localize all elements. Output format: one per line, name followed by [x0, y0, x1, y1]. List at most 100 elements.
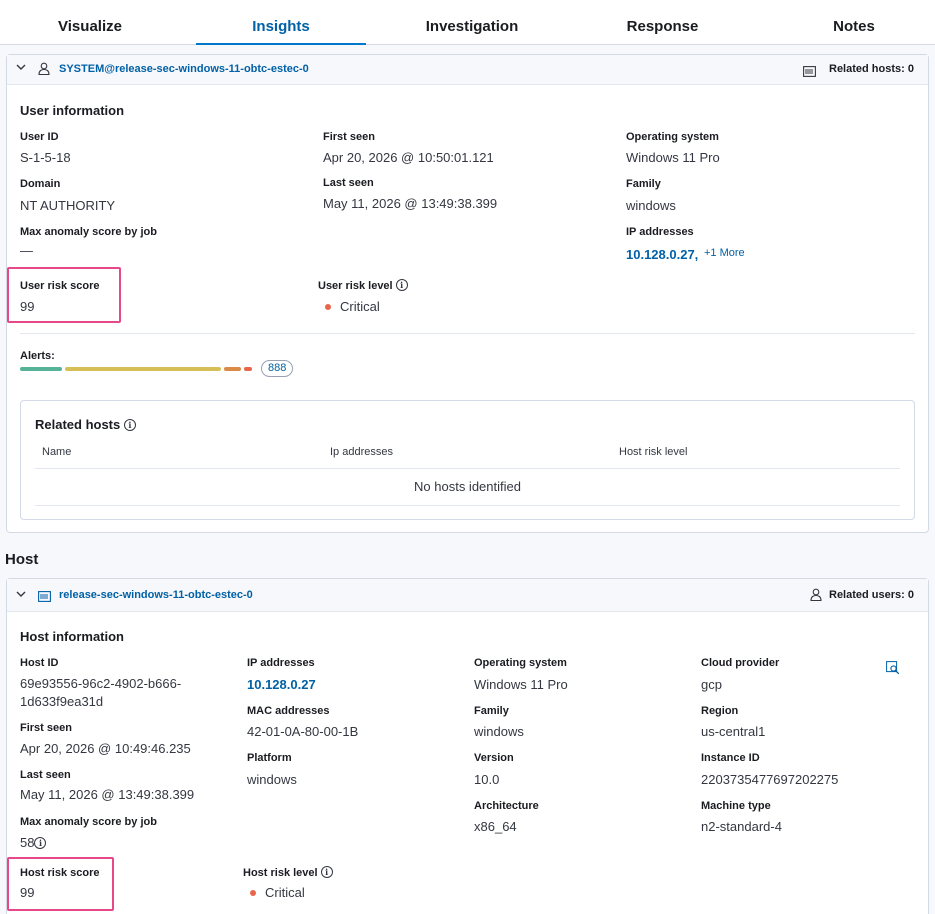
- alerts-bar-segment[interactable]: [65, 367, 221, 371]
- host-last-seen-label: Last seen: [20, 769, 71, 781]
- region-label: Region: [701, 705, 739, 717]
- mac-label: MAC addresses: [247, 705, 330, 717]
- user-risk-score-value: 99: [20, 299, 35, 314]
- architecture-label: Architecture: [474, 800, 539, 812]
- tab-bar: Visualize Insights Investigation Respons…: [0, 0, 935, 45]
- host-os-value: Windows 11 Pro: [474, 677, 568, 692]
- user-risk-score-highlight: [7, 267, 121, 323]
- host-panel-header: release-sec-windows-11-obtc-estec-0 Rela…: [7, 579, 928, 612]
- info-icon[interactable]: i: [34, 836, 47, 849]
- info-icon[interactable]: i: [395, 279, 408, 292]
- column-header-ip[interactable]: Ip addresses: [330, 446, 393, 458]
- info-icon[interactable]: i: [123, 418, 136, 431]
- mac-value: 42-01-0A-80-00-1B: [247, 724, 359, 739]
- host-ip-link[interactable]: 10.128.0.27: [247, 677, 316, 692]
- empty-table-message: No hosts identified: [414, 479, 521, 494]
- domain-label: Domain: [20, 178, 61, 190]
- related-hosts-count: Related hosts: 0: [829, 63, 914, 75]
- first-seen-value: Apr 20, 2026 @ 10:50:01.121: [323, 150, 494, 165]
- host-info-title: Host information: [20, 629, 124, 644]
- host-section-title: Host: [5, 551, 39, 568]
- column-header-name[interactable]: Name: [42, 446, 71, 458]
- user-icon: [38, 62, 50, 80]
- instance-id-label: Instance ID: [701, 752, 760, 764]
- user-risk-level-label: User risk level i: [318, 279, 408, 292]
- host-id-label: Host ID: [20, 657, 59, 669]
- chevron-down-icon[interactable]: [15, 588, 27, 603]
- host-icon: [803, 64, 816, 82]
- host-risk-score-label: Host risk score: [20, 867, 100, 879]
- version-value: 10.0: [474, 772, 500, 787]
- host-ip-label: IP addresses: [247, 657, 315, 669]
- instance-id-value: 2203735477697202275: [701, 772, 839, 787]
- ip-more-button[interactable]: +1 More: [704, 247, 745, 259]
- related-hosts-title-text: Related hosts: [35, 417, 121, 432]
- host-last-seen-value: May 11, 2026 @ 13:49:38.399: [20, 787, 195, 802]
- domain-value: NT AUTHORITY: [20, 198, 116, 213]
- host-risk-level-label: Host risk level i: [243, 866, 333, 879]
- family-value: windows: [626, 198, 676, 213]
- host-max-anomaly-text: 58: [20, 835, 35, 850]
- alerts-bar-segment[interactable]: [20, 367, 62, 371]
- host-os-label: Operating system: [474, 657, 567, 669]
- region-value: us-central1: [701, 724, 766, 739]
- host-risk-level-text: Critical: [265, 885, 305, 900]
- related-users-count: Related users: 0: [829, 589, 914, 601]
- platform-label: Platform: [247, 752, 292, 764]
- user-risk-level-text: Critical: [340, 299, 380, 314]
- cloud-provider-value: gcp: [701, 677, 722, 692]
- host-panel: release-sec-windows-11-obtc-estec-0 Rela…: [6, 578, 929, 914]
- host-family-label: Family: [474, 705, 509, 717]
- user-risk-score-label: User risk score: [20, 280, 100, 292]
- critical-dot: [325, 303, 331, 310]
- host-id-value-line2: 1d633f9ea31d: [20, 694, 104, 709]
- family-label: Family: [626, 178, 661, 190]
- host-id-value-line1: 69e93556-96c2-4902-b666-: [20, 676, 182, 691]
- machine-type-label: Machine type: [701, 800, 771, 812]
- version-label: Version: [474, 752, 514, 764]
- os-label: Operating system: [626, 131, 719, 143]
- inspect-icon[interactable]: [886, 661, 900, 680]
- os-value: Windows 11 Pro: [626, 150, 720, 165]
- table-bottom-divider: [35, 505, 900, 506]
- architecture-value: x86_64: [474, 819, 517, 834]
- user-info-title: User information: [20, 103, 125, 118]
- alerts-count-badge[interactable]: 888: [261, 360, 294, 377]
- chevron-down-icon[interactable]: [15, 61, 27, 76]
- critical-dot: [250, 889, 256, 896]
- related-hosts-panel: Related hosts i Name Ip addresses Host r…: [20, 400, 915, 520]
- host-risk-score-value: 99: [20, 885, 35, 900]
- alerts-bar-segment[interactable]: [244, 367, 252, 371]
- host-max-anomaly-label: Max anomaly score by job: [20, 816, 157, 828]
- related-hosts-title: Related hosts i: [35, 417, 136, 432]
- host-first-seen-value: Apr 20, 2026 @ 10:49:46.235: [20, 741, 191, 756]
- last-seen-value: May 11, 2026 @ 13:49:38.399: [323, 196, 498, 211]
- last-seen-label: Last seen: [323, 177, 374, 189]
- tab-investigation[interactable]: Investigation: [400, 0, 544, 45]
- host-risk-score-highlight: [7, 857, 114, 911]
- user-id-label: User ID: [20, 131, 59, 143]
- host-family-value: windows: [474, 724, 524, 739]
- ip-label: IP addresses: [626, 226, 694, 238]
- user-panel: SYSTEM@release-sec-windows-11-obtc-estec…: [6, 54, 929, 533]
- host-icon: [38, 589, 51, 607]
- ip-link[interactable]: 10.128.0.27,: [626, 247, 698, 262]
- info-icon[interactable]: i: [320, 866, 333, 879]
- user-panel-header: SYSTEM@release-sec-windows-11-obtc-estec…: [7, 55, 928, 85]
- divider: [20, 333, 915, 334]
- user-id-value: S-1-5-18: [20, 150, 71, 165]
- tab-visualize[interactable]: Visualize: [20, 0, 160, 45]
- tab-response[interactable]: Response: [600, 0, 725, 45]
- alerts-bar-segment[interactable]: [224, 367, 241, 371]
- user-name-link[interactable]: SYSTEM@release-sec-windows-11-obtc-estec…: [59, 63, 309, 75]
- first-seen-label: First seen: [323, 131, 375, 143]
- tab-insights[interactable]: Insights: [196, 0, 366, 45]
- user-icon: [810, 588, 822, 606]
- host-risk-level-label-text: Host risk level: [243, 867, 318, 879]
- tab-notes[interactable]: Notes: [800, 0, 908, 45]
- alerts-label: Alerts:: [20, 350, 55, 362]
- host-name-link[interactable]: release-sec-windows-11-obtc-estec-0: [59, 589, 253, 601]
- host-risk-level-value: Critical: [250, 885, 305, 900]
- user-risk-level-value: Critical: [325, 299, 380, 314]
- column-header-risk[interactable]: Host risk level: [619, 446, 687, 458]
